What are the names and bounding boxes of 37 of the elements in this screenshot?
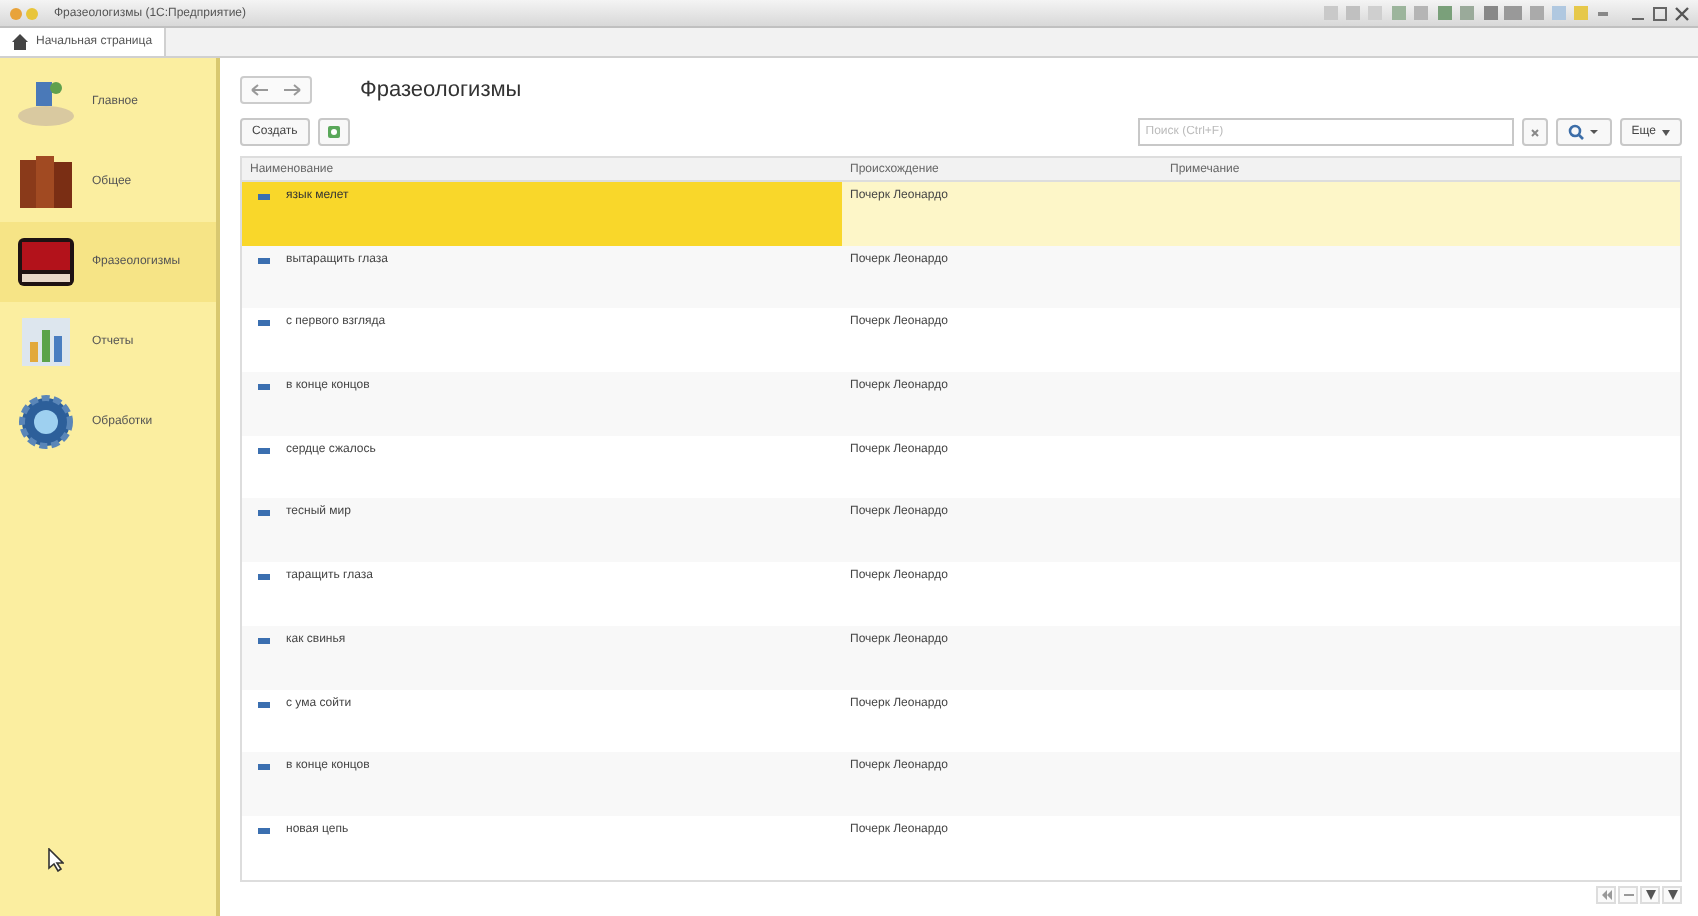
triangle-down-icon <box>1645 889 1655 900</box>
cursor-icon <box>48 848 64 872</box>
app-logo-icon <box>8 5 40 21</box>
desk-icon <box>16 76 76 128</box>
item-icon <box>258 827 270 834</box>
search-button[interactable] <box>1555 118 1612 146</box>
book-icon <box>16 236 76 288</box>
item-icon <box>258 447 270 454</box>
gear-icon <box>16 394 76 450</box>
item-icon <box>258 194 270 200</box>
next-page-button[interactable] <box>1640 885 1660 904</box>
maximize-icon[interactable] <box>1652 5 1668 21</box>
caret-icon <box>1662 129 1670 135</box>
close-icon[interactable] <box>1674 5 1690 21</box>
copy-button[interactable] <box>317 118 350 146</box>
close-icon <box>1529 127 1540 137</box>
form-title: Фразеологизмы <box>360 78 522 102</box>
copy-icon <box>325 124 342 140</box>
dash-icon <box>1623 889 1633 900</box>
item-icon <box>258 701 270 707</box>
item-icon <box>258 257 270 264</box>
chart-icon <box>16 314 76 370</box>
clear-button[interactable] <box>1521 118 1548 146</box>
item-icon <box>258 510 270 517</box>
item-icon <box>258 637 270 644</box>
navigation-buttons[interactable] <box>240 76 312 104</box>
item-icon <box>258 384 270 391</box>
item-icon <box>258 320 270 327</box>
home-icon <box>12 34 28 50</box>
item-icon <box>258 764 270 771</box>
triangle-down-icon <box>1667 889 1677 900</box>
first-page-button[interactable] <box>1596 885 1616 904</box>
search-icon <box>1567 124 1600 140</box>
books-icon <box>16 152 76 212</box>
last-page-button[interactable] <box>1662 885 1682 904</box>
item-icon <box>258 574 270 581</box>
double-arrow-icon <box>1601 889 1611 900</box>
